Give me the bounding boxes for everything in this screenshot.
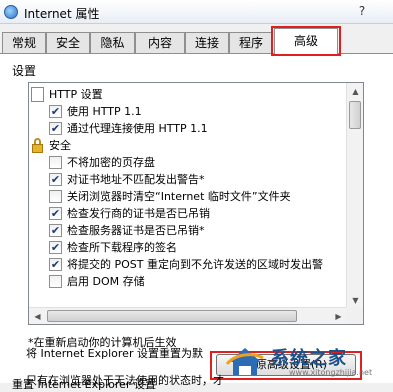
reset-more-text: 只有在浏览器处于无法使用的状态时，才 bbox=[26, 374, 224, 387]
option-label: 将提交的 POST 重定向到不允许发送的区域时发出警 bbox=[67, 258, 323, 271]
category-label: 安全 bbox=[49, 139, 71, 152]
option-label: 对证书地址不匹配发出警告* bbox=[67, 173, 205, 186]
option-checkbox[interactable]: ✔ bbox=[49, 173, 62, 186]
reset-description: 将 Internet Explorer 设置重置为默 bbox=[26, 347, 203, 360]
tab-programs[interactable]: 程序 bbox=[229, 32, 273, 54]
scroll-up-icon[interactable]: ▲ bbox=[347, 83, 363, 100]
tab-content[interactable]: 内容 bbox=[135, 32, 185, 54]
option-label: 检查所下载程序的签名 bbox=[67, 241, 177, 254]
option-label: 通过代理连接使用 HTTP 1.1 bbox=[67, 122, 208, 135]
internet-explorer-icon bbox=[4, 5, 18, 19]
tab-advanced[interactable]: 高级 bbox=[274, 28, 338, 56]
window-title: Internet 属性 bbox=[24, 7, 100, 21]
help-button[interactable]: ? bbox=[353, 2, 371, 20]
option-checkbox[interactable]: ✔ bbox=[49, 241, 62, 254]
option-label: 不将加密的页存盘 bbox=[67, 156, 155, 169]
option-checkbox[interactable] bbox=[49, 275, 62, 288]
scrollbar-corner bbox=[346, 307, 363, 324]
option-label: 启用 DOM 存储 bbox=[67, 275, 145, 288]
option-checkbox[interactable]: ✔ bbox=[49, 258, 62, 271]
tab-connections[interactable]: 连接 bbox=[185, 32, 229, 54]
advanced-panel: 设置 HTTP 设置 ✔ 使用 HTTP 1.1 ✔ 通过代理连接使用 HTTP 1.1… bbox=[0, 53, 393, 391]
scroll-right-icon[interactable]: ▶ bbox=[330, 308, 347, 324]
option-checkbox[interactable] bbox=[49, 190, 62, 203]
title-bar: Internet 属性 ? bbox=[0, 0, 393, 24]
option-label: 使用 HTTP 1.1 bbox=[67, 105, 142, 118]
settings-list[interactable]: HTTP 设置 ✔ 使用 HTTP 1.1 ✔ 通过代理连接使用 HTTP 1.1 安全不… bbox=[28, 82, 364, 325]
tab-general[interactable]: 常规 bbox=[2, 32, 46, 54]
vertical-scrollbar[interactable]: ▲ ▼ bbox=[346, 83, 363, 309]
option-checkbox[interactable]: ✔ bbox=[49, 207, 62, 220]
lock-icon bbox=[31, 138, 44, 153]
document-icon bbox=[31, 87, 44, 102]
option-checkbox[interactable]: ✔ bbox=[49, 224, 62, 237]
horizontal-scroll-thumb[interactable] bbox=[47, 310, 297, 322]
watermark-url: www.xitongzhijia.net bbox=[289, 368, 373, 377]
option-label: 检查发行商的证书是否已吊销 bbox=[67, 207, 210, 220]
horizontal-scrollbar[interactable]: ◀ ▶ bbox=[29, 307, 347, 324]
watermark: 系统之家 www.xitongzhijia.net bbox=[225, 338, 393, 383]
watermark-logo-icon bbox=[225, 348, 264, 375]
tab-security[interactable]: 安全 bbox=[46, 32, 90, 54]
option-checkbox[interactable] bbox=[49, 156, 62, 169]
settings-tree: HTTP 设置 ✔ 使用 HTTP 1.1 ✔ 通过代理连接使用 HTTP 1.1 安全不… bbox=[29, 83, 347, 309]
category-label: HTTP 设置 bbox=[49, 88, 103, 101]
watermark-text: 系统之家 bbox=[271, 348, 347, 369]
option-checkbox[interactable]: ✔ bbox=[49, 122, 62, 135]
tab-privacy[interactable]: 隐私 bbox=[90, 32, 135, 54]
scroll-left-icon[interactable]: ◀ bbox=[29, 308, 46, 324]
option-label: 关闭浏览器时清空“Internet 临时文件”文件夹 bbox=[67, 190, 291, 203]
tab-strip: 常规 安全 隐私 内容 连接 程序 高级 bbox=[0, 24, 393, 56]
option-label: 检查服务器证书是否已吊销* bbox=[67, 224, 205, 237]
option-checkbox[interactable]: ✔ bbox=[49, 105, 62, 118]
vertical-scroll-thumb[interactable] bbox=[349, 101, 361, 129]
settings-group-label: 设置 bbox=[12, 64, 37, 78]
